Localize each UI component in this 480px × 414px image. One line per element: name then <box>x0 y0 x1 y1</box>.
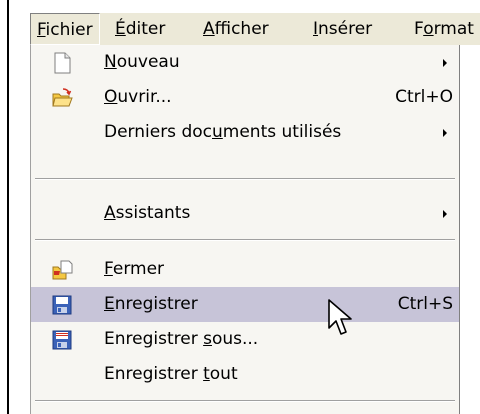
menu-item-ouvrir[interactable]: Ouvrir... Ctrl+O <box>31 80 459 115</box>
menu-item-enregistrer-sous[interactable]: Enregistrer sous... <box>31 322 459 357</box>
menu-item-ouvrir-shortcut: Ctrl+O <box>395 87 453 107</box>
menu-separator <box>35 178 455 180</box>
menu-item-derniers-documents[interactable]: Derniers documents utilisés <box>31 115 459 150</box>
nouveau-mnemonic: N <box>104 52 117 72</box>
menu-format-label-pre: F <box>414 19 424 39</box>
enregistrer-tout-post: out <box>209 364 238 384</box>
menu-item-derniers-label: Derniers documents utilisés <box>104 115 341 150</box>
save-icon <box>52 295 72 315</box>
menu-fichier[interactable]: Fichier <box>30 13 100 45</box>
fermer-mnemonic: F <box>104 259 113 279</box>
enregistrer-mnemonic: E <box>104 294 115 314</box>
fermer-post: ermer <box>112 259 165 279</box>
menu-separator <box>35 400 455 402</box>
open-folder-icon <box>52 88 73 107</box>
mouse-pointer-icon <box>328 299 352 335</box>
submenu-arrow-icon <box>443 59 447 67</box>
menu-bar: Fichier Éditer Afficher Insérer Format <box>30 13 480 45</box>
menu-afficher[interactable]: Afficher <box>203 13 269 45</box>
menu-fichier-label: ichier <box>45 20 93 40</box>
menu-item-enregistrer-label: Enregistrer <box>104 287 198 322</box>
menu-item-assistants[interactable]: Assistants <box>31 196 459 231</box>
enregistrer-tout-mnemonic: t <box>203 364 210 384</box>
menu-item-fermer-label: Fermer <box>104 252 164 287</box>
menu-item-enregistrer-shortcut: Ctrl+S <box>397 294 453 314</box>
menu-format[interactable]: Format <box>414 13 474 45</box>
menu-editer-label: diter <box>125 19 166 39</box>
fichier-dropdown-menu: Nouveau Ouvrir... Ctrl+O Derniers docume… <box>30 45 460 414</box>
assistants-post: ssistants <box>115 203 191 223</box>
close-document-icon <box>52 260 73 280</box>
nouveau-post: ouveau <box>116 52 180 72</box>
window-border-line <box>7 0 9 414</box>
menu-format-label: rmat <box>433 19 474 39</box>
menu-inserer-label: nsérer <box>318 19 373 39</box>
enregistrer-sous-post: ous... <box>211 329 259 349</box>
enregistrer-sous-pre: Enregistrer <box>104 329 204 349</box>
ouvrir-post: uvrir... <box>117 87 172 107</box>
enregistrer-post: nregistrer <box>114 294 198 314</box>
menu-item-ouvrir-label: Ouvrir... <box>104 80 172 115</box>
submenu-arrow-icon <box>443 210 447 218</box>
menu-item-fermer[interactable]: Fermer <box>31 252 459 287</box>
new-document-icon <box>54 52 71 74</box>
submenu-arrow-icon <box>443 129 447 137</box>
enregistrer-sous-mnemonic: s <box>203 329 212 349</box>
save-as-icon <box>52 330 72 350</box>
derniers-pre: Derniers doc <box>104 122 212 142</box>
ouvrir-mnemonic: O <box>104 87 118 107</box>
menu-item-assistants-label: Assistants <box>104 196 190 231</box>
menu-item-enregistrer[interactable]: Enregistrer Ctrl+S <box>31 287 459 322</box>
menu-separator <box>35 239 455 241</box>
menu-editer[interactable]: Éditer <box>115 13 165 45</box>
derniers-mnemonic: u <box>212 122 223 142</box>
menu-editer-mnemonic: É <box>115 19 126 39</box>
window-left-edge <box>0 0 30 414</box>
menu-afficher-label: fficher <box>214 19 269 39</box>
menu-item-nouveau[interactable]: Nouveau <box>31 45 459 80</box>
enregistrer-tout-pre: Enregistrer <box>104 364 204 384</box>
menu-item-enregistrer-sous-label: Enregistrer sous... <box>104 322 258 357</box>
menu-inserer[interactable]: Insérer <box>313 13 372 45</box>
menu-item-enregistrer-tout-label: Enregistrer tout <box>104 357 238 392</box>
menu-afficher-mnemonic: A <box>203 19 215 39</box>
assistants-mnemonic: A <box>104 203 116 223</box>
menu-fichier-mnemonic: F <box>37 20 46 40</box>
derniers-post: ments utilisés <box>222 122 342 142</box>
menu-item-nouveau-label: Nouveau <box>104 45 180 80</box>
menu-format-mnemonic: o <box>423 19 434 39</box>
menu-item-enregistrer-tout[interactable]: Enregistrer tout <box>31 357 459 392</box>
